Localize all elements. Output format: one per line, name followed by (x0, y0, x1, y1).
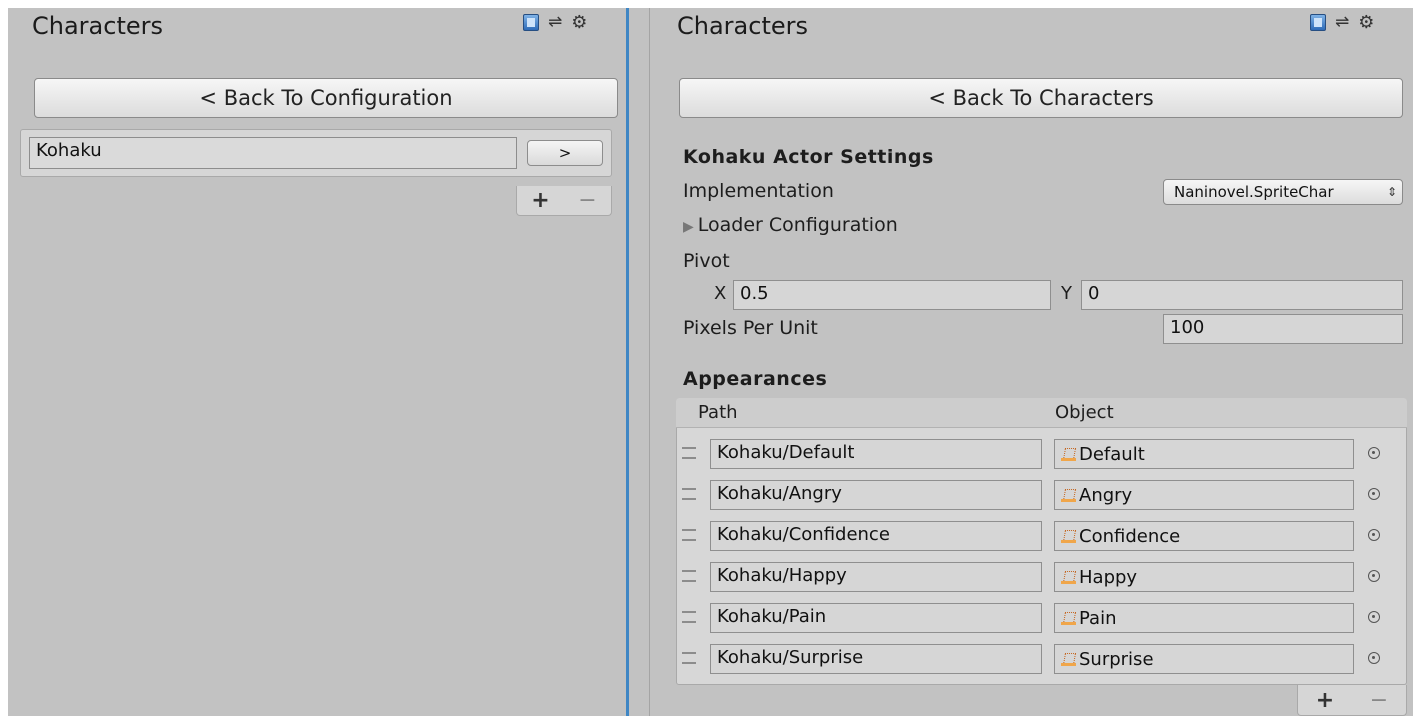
panel-gutter (629, 8, 650, 716)
appearances-header (676, 398, 1407, 428)
loader-configuration-foldout[interactable]: ▶ Loader Configuration (683, 214, 898, 236)
pivot-x-label: X (714, 283, 727, 304)
pixels-per-unit-label: Pixels Per Unit (683, 317, 818, 339)
remove-appearance-button[interactable]: − (1370, 688, 1388, 713)
appearance-path-field[interactable]: Kohaku/Default (710, 439, 1042, 469)
path-column-header: Path (698, 402, 738, 423)
open-character-button[interactable]: > (527, 140, 603, 166)
sprite-icon (1061, 610, 1077, 626)
sprite-icon (1061, 569, 1077, 585)
appearance-path-field[interactable]: Kohaku/Angry (710, 480, 1042, 510)
appearance-row: Kohaku/Happy Happy (676, 560, 1407, 600)
appearance-object-name: Default (1079, 443, 1145, 465)
appearance-object-name: Surprise (1079, 648, 1154, 670)
sprite-icon (1061, 651, 1077, 667)
help-book-icon[interactable] (1310, 14, 1326, 31)
appearance-object-field[interactable]: Confidence (1054, 521, 1354, 551)
appearances-heading: Appearances (683, 368, 828, 390)
help-book-icon[interactable] (523, 14, 539, 31)
settings-gear-icon[interactable]: ⚙ (571, 14, 587, 32)
appearance-object-field[interactable]: Happy (1054, 562, 1354, 592)
sprite-icon (1061, 528, 1077, 544)
appearance-object-field[interactable]: Surprise (1054, 644, 1354, 674)
left-panel-title: Characters (32, 12, 163, 40)
dropdown-arrows-icon: ⇕ (1386, 185, 1397, 199)
drag-handle-icon[interactable] (682, 611, 696, 623)
appearance-object-field[interactable]: Pain (1054, 603, 1354, 633)
appearance-row: Kohaku/Confidence Confidence (676, 519, 1407, 559)
right-panel-toolbar: ⇌ ⚙ (1310, 14, 1374, 32)
drag-handle-icon[interactable] (682, 652, 696, 664)
preset-sliders-icon[interactable]: ⇌ (548, 14, 562, 31)
appearance-row: Kohaku/Default Default (676, 437, 1407, 477)
back-to-characters-button[interactable]: < Back To Characters (679, 78, 1403, 118)
pivot-x-field[interactable]: 0.5 (733, 280, 1051, 310)
appearance-object-name: Pain (1079, 607, 1117, 629)
right-panel-title: Characters (677, 12, 808, 40)
appearance-row: Kohaku/Angry Angry (676, 478, 1407, 518)
implementation-dropdown[interactable]: Naninovel.SpriteChar ⇕ (1163, 179, 1403, 205)
sprite-icon (1061, 446, 1077, 462)
object-picker-icon[interactable] (1368, 570, 1380, 582)
appearance-object-field[interactable]: Default (1054, 439, 1354, 469)
drag-handle-icon[interactable] (682, 529, 696, 541)
loader-configuration-label: Loader Configuration (697, 214, 898, 236)
add-appearance-button[interactable]: + (1316, 688, 1334, 713)
add-character-button[interactable]: + (531, 188, 549, 213)
appearance-path-field[interactable]: Kohaku/Pain (710, 603, 1042, 633)
appearance-object-name: Confidence (1079, 525, 1181, 547)
pivot-label: Pivot (683, 250, 730, 272)
object-picker-icon[interactable] (1368, 652, 1380, 664)
drag-handle-icon[interactable] (682, 447, 696, 459)
object-picker-icon[interactable] (1368, 488, 1380, 500)
pivot-y-field[interactable]: 0 (1081, 280, 1403, 310)
actor-settings-heading: Kohaku Actor Settings (683, 146, 934, 168)
appearances-list-footer: + − (1297, 685, 1407, 716)
appearance-path-field[interactable]: Kohaku/Confidence (710, 521, 1042, 551)
preset-sliders-icon[interactable]: ⇌ (1335, 14, 1349, 31)
implementation-label: Implementation (683, 180, 834, 202)
back-to-configuration-button[interactable]: < Back To Configuration (34, 78, 618, 118)
appearance-path-field[interactable]: Kohaku/Happy (710, 562, 1042, 592)
settings-gear-icon[interactable]: ⚙ (1358, 14, 1374, 32)
object-picker-icon[interactable] (1368, 611, 1380, 623)
appearance-object-name: Angry (1079, 484, 1133, 506)
appearance-row: Kohaku/Pain Pain (676, 601, 1407, 641)
object-picker-icon[interactable] (1368, 447, 1380, 459)
object-column-header: Object (1055, 402, 1114, 423)
pixels-per-unit-field[interactable]: 100 (1163, 314, 1403, 344)
implementation-value: Naninovel.SpriteChar (1174, 183, 1334, 201)
object-picker-icon[interactable] (1368, 529, 1380, 541)
pivot-y-label: Y (1061, 283, 1072, 304)
sprite-icon (1061, 487, 1077, 503)
character-list-footer: + − (516, 186, 612, 216)
drag-handle-icon[interactable] (682, 570, 696, 582)
drag-handle-icon[interactable] (682, 488, 696, 500)
remove-character-button[interactable]: − (578, 188, 596, 213)
appearance-object-field[interactable]: Angry (1054, 480, 1354, 510)
foldout-triangle-icon: ▶ (683, 219, 694, 235)
appearance-object-name: Happy (1079, 566, 1138, 588)
appearance-row: Kohaku/Surprise Surprise (676, 642, 1407, 682)
left-panel-toolbar: ⇌ ⚙ (523, 14, 587, 32)
appearance-path-field[interactable]: Kohaku/Surprise (710, 644, 1042, 674)
character-name-field[interactable]: Kohaku (29, 137, 517, 169)
